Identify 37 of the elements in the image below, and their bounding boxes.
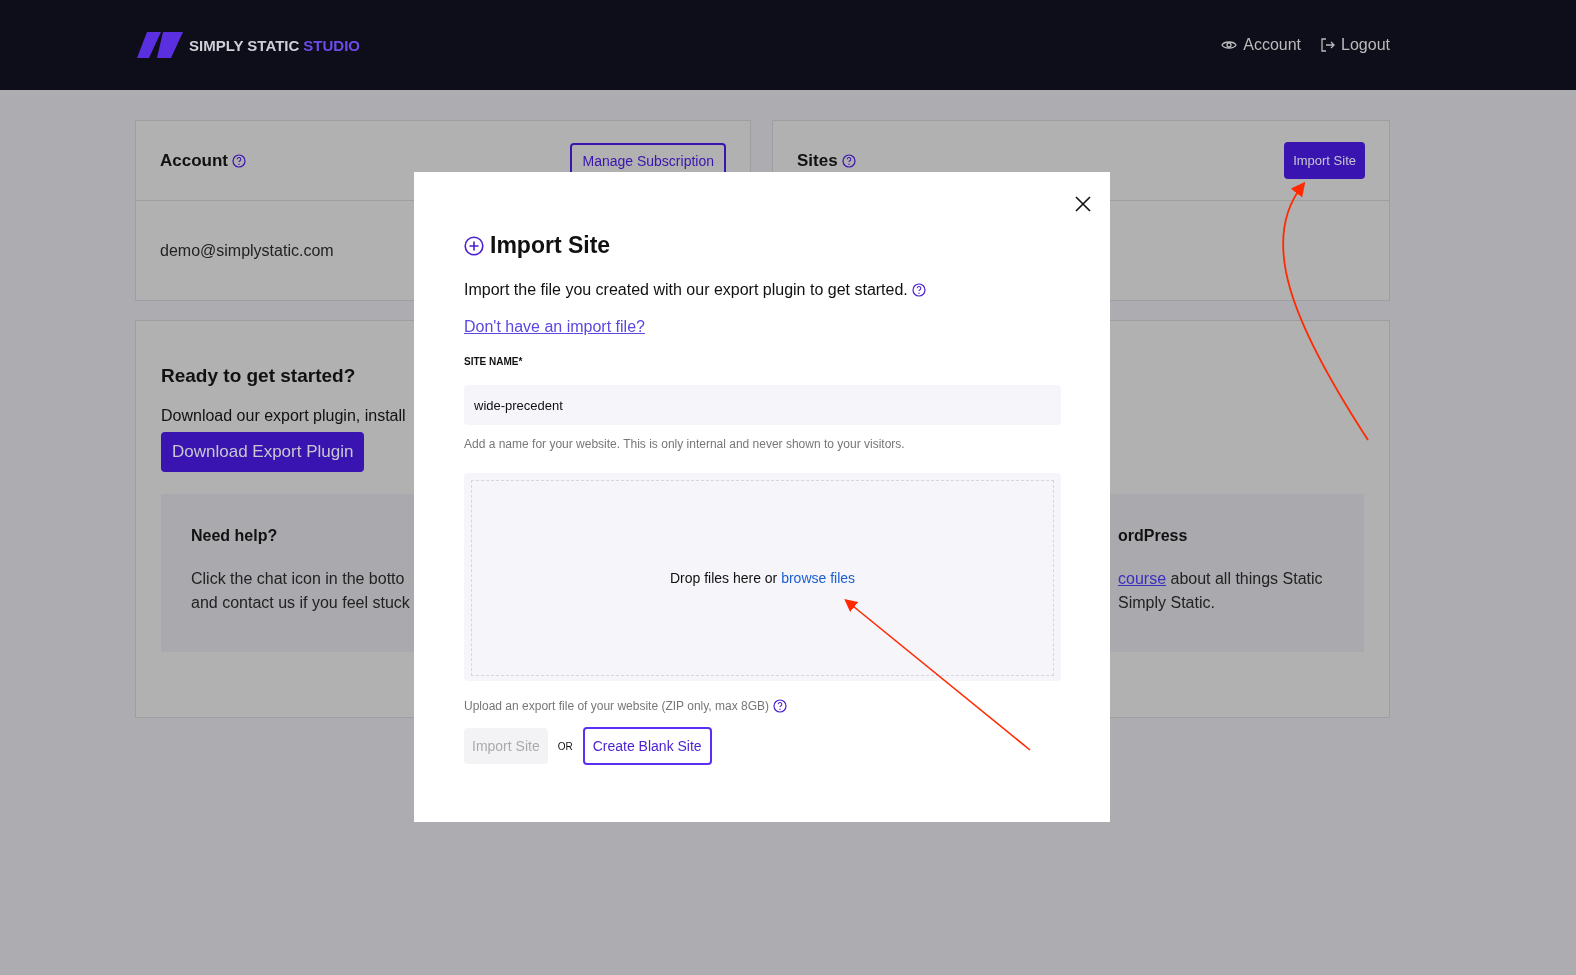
or-text: OR [557, 740, 573, 752]
eye-icon [1221, 39, 1238, 51]
account-email: demo@simplystatic.com [160, 241, 334, 260]
import-file-link[interactable]: Don't have an import file? [464, 318, 645, 336]
course-link[interactable]: course [1118, 570, 1167, 587]
logo-product-text: STUDIO [303, 36, 360, 54]
download-plugin-button[interactable]: Download Export Plugin [161, 432, 365, 472]
learn-heading: ordPress [1118, 527, 1189, 545]
help-heading: Need help? [191, 527, 279, 545]
browse-files-link[interactable]: browse files [781, 570, 856, 586]
logo-icon [137, 32, 183, 58]
nav-link[interactable]: Account [1221, 36, 1302, 54]
dialog-description: Import the file you created with our export plugin to get started. [464, 281, 908, 299]
create-blank-site-button[interactable]: Create Blank Site [582, 727, 712, 765]
field-hint: Add a name for your website. This is only internal and never shown to your visitors. [464, 437, 906, 451]
card-title: Account [160, 150, 228, 171]
field-label: SITE NAME* [464, 356, 524, 367]
site-name-field[interactable]: wide-precedent [464, 385, 1061, 425]
learn-text: Simply Static. [1118, 593, 1216, 613]
card-title: Sites [797, 150, 838, 171]
upload-hint: Upload an export file of your website (ZIP only, max 8GB) [464, 699, 770, 713]
nav-link[interactable]: Logout [1321, 36, 1390, 54]
close-icon[interactable] [1075, 196, 1091, 212]
help-icon[interactable] [232, 153, 246, 168]
import-site-button[interactable]: Import Site [1284, 142, 1365, 179]
help-icon[interactable] [841, 153, 856, 168]
plus-circle-icon [464, 235, 484, 256]
help-text: Click the chat icon in the botto and contact us if you feel stuck [191, 569, 410, 613]
logout-icon [1321, 38, 1336, 52]
help-icon[interactable] [773, 699, 788, 713]
help-icon[interactable] [911, 283, 926, 297]
dialog-title: Import Site [490, 232, 611, 259]
section-heading: Ready to get started? [161, 365, 357, 387]
drop-zone-text: Drop files here or browse files [669, 570, 856, 586]
learn-text: about all things Static [1170, 570, 1323, 587]
file-drop-zone[interactable]: Drop files here or browse files [464, 473, 1061, 681]
logo-text: SIMPLY STATIC [189, 36, 300, 54]
